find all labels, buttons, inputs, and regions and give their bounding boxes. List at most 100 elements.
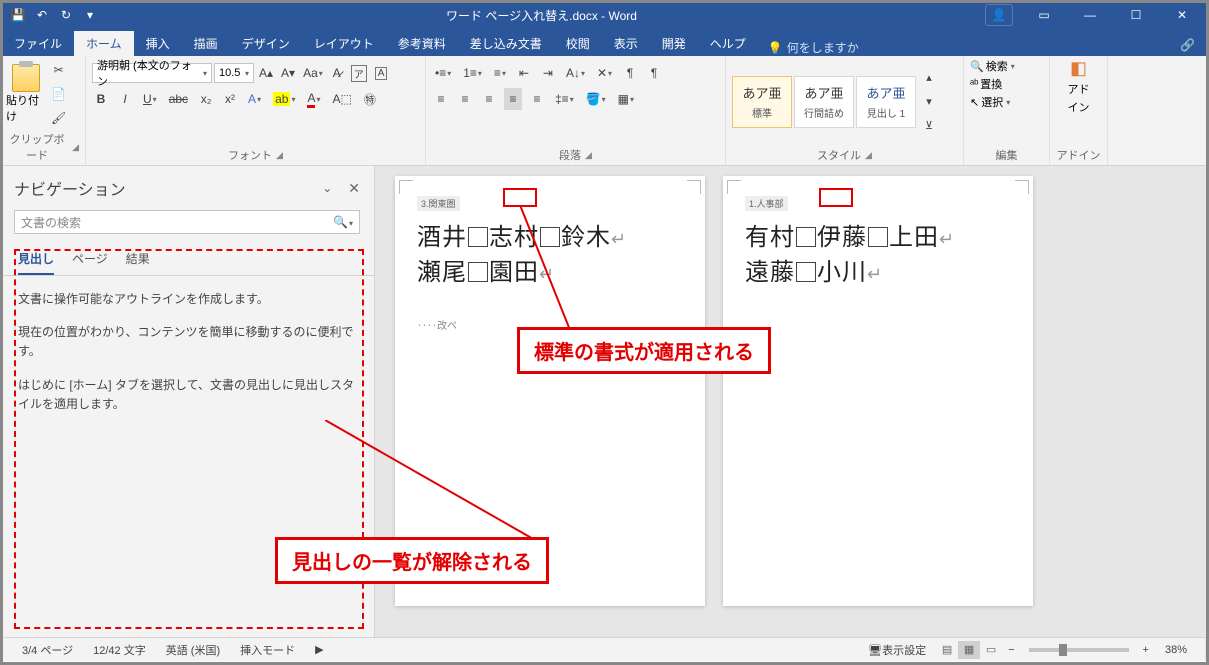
italic-button[interactable]: I xyxy=(116,88,134,110)
qat-more-icon[interactable]: ▾ xyxy=(82,7,98,23)
redo-icon[interactable]: ↻ xyxy=(58,7,74,23)
superscript-button[interactable]: x² xyxy=(221,88,239,110)
account-icon[interactable]: 👤 xyxy=(985,4,1013,26)
paragraph-dialog-launcher[interactable]: ◢ xyxy=(585,150,592,161)
tell-me[interactable]: 💡 何をしますか xyxy=(768,39,859,56)
status-macro-icon[interactable]: ▶ xyxy=(305,643,333,656)
ribbon-options-icon[interactable]: ▭ xyxy=(1021,0,1067,30)
distribute-icon[interactable]: ≡ xyxy=(528,88,546,110)
show-marks-icon[interactable]: ¶ xyxy=(621,62,639,84)
highlight-icon[interactable]: ab▾ xyxy=(270,88,298,110)
enclose-char-icon[interactable]: A xyxy=(372,62,391,84)
underline-button[interactable]: U▾ xyxy=(140,88,160,110)
maximize-icon[interactable]: ☐ xyxy=(1113,0,1159,30)
justify-icon[interactable]: ≡ xyxy=(504,88,522,110)
align-right-icon[interactable]: ≡ xyxy=(480,88,498,110)
bold-button[interactable]: B xyxy=(92,88,110,110)
font-size-select[interactable]: 10.5▾ xyxy=(214,63,254,83)
paste-button[interactable]: 貼り付け xyxy=(6,64,46,124)
zoom-level[interactable]: 38% xyxy=(1155,644,1197,656)
style-nospacing-label: 行間詰め xyxy=(804,105,844,120)
replace-button[interactable]: ᵃᵇ置換 xyxy=(970,76,1002,92)
save-icon[interactable]: 💾 xyxy=(10,7,26,23)
tab-references[interactable]: 参考資料 xyxy=(386,31,458,56)
zoom-in-icon[interactable]: + xyxy=(1137,644,1155,656)
font-name-select[interactable]: 游明朝 (本文のフォン▾ xyxy=(92,63,212,83)
styles-up-icon[interactable]: ▴ xyxy=(920,67,938,89)
addins-icon[interactable]: ◧ xyxy=(1070,58,1087,79)
status-bar: 3/4 ページ 12/42 文字 英語 (米国) 挿入モード ▶ 🖥表示設定 ▤… xyxy=(4,637,1205,661)
grow-font-icon[interactable]: A▴ xyxy=(256,62,276,84)
view-print-icon[interactable]: ▦ xyxy=(958,641,980,659)
page-2[interactable]: 1.人事部 有村伊藤上田↵ 遠藤小川↵ xyxy=(723,176,1033,606)
cut-icon[interactable]: ✂ xyxy=(48,59,69,81)
show-marks2-icon[interactable]: ¶ xyxy=(645,62,663,84)
nav-collapse-icon[interactable]: ⌄ xyxy=(322,181,332,195)
decrease-indent-icon[interactable]: ⇤ xyxy=(515,62,533,84)
search-icon: 🔍 xyxy=(970,60,984,73)
view-web-icon[interactable]: ▭ xyxy=(980,641,1002,659)
minimize-icon[interactable]: — xyxy=(1067,0,1113,30)
page2-line1: 有村伊藤上田↵ xyxy=(745,217,1011,252)
numbering-icon[interactable]: 1≡▾ xyxy=(460,62,485,84)
styles-down-icon[interactable]: ▾ xyxy=(920,91,938,113)
change-case-icon[interactable]: Aa▾ xyxy=(300,62,326,84)
format-painter-icon[interactable]: 🖌 xyxy=(48,107,69,129)
tab-layout[interactable]: レイアウト xyxy=(302,31,386,56)
font-dialog-launcher[interactable]: ◢ xyxy=(276,150,283,161)
tab-review[interactable]: 校閲 xyxy=(554,31,602,56)
status-insert[interactable]: 挿入モード xyxy=(230,642,305,658)
align-left-icon[interactable]: ≡ xyxy=(432,88,450,110)
styles-more-icon[interactable]: ⊻ xyxy=(920,115,938,137)
find-button[interactable]: 🔍検索▾ xyxy=(970,58,1015,74)
close-icon[interactable]: ✕ xyxy=(1159,0,1205,30)
nav-search-input[interactable]: 文書の検索 🔍▾ xyxy=(14,210,360,234)
sort-icon[interactable]: A↓▾ xyxy=(563,62,588,84)
tab-draw[interactable]: 描画 xyxy=(182,31,230,56)
zoom-slider[interactable] xyxy=(1029,648,1129,652)
font-color-icon[interactable]: A▾ xyxy=(304,88,323,110)
share-button[interactable]: 🔗 xyxy=(1166,34,1209,56)
shrink-font-icon[interactable]: A▾ xyxy=(278,62,298,84)
text-effects-icon[interactable]: A▾ xyxy=(245,88,264,110)
select-button[interactable]: ↖選択▾ xyxy=(970,94,1010,110)
clear-formatting-icon[interactable]: A̷ xyxy=(328,62,346,84)
tab-developer[interactable]: 開発 xyxy=(650,31,698,56)
tab-help[interactable]: ヘルプ xyxy=(698,31,758,56)
tab-mailings[interactable]: 差し込み文書 xyxy=(458,31,554,56)
style-heading1[interactable]: あア亜 見出し 1 xyxy=(856,76,916,128)
increase-indent-icon[interactable]: ⇥ xyxy=(539,62,557,84)
status-words[interactable]: 12/42 文字 xyxy=(83,642,156,658)
style-heading1-label: 見出し 1 xyxy=(867,105,905,120)
clipboard-dialog-launcher[interactable]: ◢ xyxy=(72,142,79,153)
borders-icon[interactable]: ▦▾ xyxy=(615,88,637,110)
tab-insert[interactable]: 挿入 xyxy=(134,31,182,56)
asian-layout-icon[interactable]: ✕▾ xyxy=(594,62,615,84)
status-page[interactable]: 3/4 ページ xyxy=(12,642,83,658)
multilevel-icon[interactable]: ≡▾ xyxy=(491,62,509,84)
char-shading-icon[interactable]: A⬚ xyxy=(329,88,354,110)
undo-icon[interactable]: ↶ xyxy=(34,7,50,23)
align-center-icon[interactable]: ≡ xyxy=(456,88,474,110)
status-lang[interactable]: 英語 (米国) xyxy=(156,642,230,658)
line-spacing-icon[interactable]: ‡≡▾ xyxy=(552,88,577,110)
style-nospacing[interactable]: あア亜 行間詰め xyxy=(794,76,854,128)
status-display[interactable]: 🖥表示設定 xyxy=(858,642,936,658)
style-normal[interactable]: あア亜 標準 xyxy=(732,76,792,128)
nav-close-icon[interactable]: ✕ xyxy=(348,180,360,197)
tab-file[interactable]: ファイル xyxy=(2,31,74,56)
subscript-button[interactable]: x₂ xyxy=(197,88,215,110)
view-read-icon[interactable]: ▤ xyxy=(936,641,958,659)
bullets-icon[interactable]: •≡▾ xyxy=(432,62,454,84)
styles-dialog-launcher[interactable]: ◢ xyxy=(865,150,872,161)
tab-view[interactable]: 表示 xyxy=(602,31,650,56)
strikethrough-button[interactable]: abc xyxy=(166,88,191,110)
zoom-out-icon[interactable]: − xyxy=(1002,644,1020,656)
copy-icon[interactable]: 📄 xyxy=(48,83,69,105)
document-area[interactable]: 3.関東圏 酒井志村鈴木↵ 瀬尾園田↵ ‥‥改ペ 1.人事部 有村伊藤上田↵ xyxy=(375,166,1209,661)
tab-design[interactable]: デザイン xyxy=(230,31,302,56)
shading-icon[interactable]: 🪣▾ xyxy=(583,88,609,110)
phonetic-guide-icon[interactable]: ア xyxy=(348,62,370,84)
tab-home[interactable]: ホーム xyxy=(74,31,134,56)
enclose-icon[interactable]: ㊕ xyxy=(361,88,379,110)
